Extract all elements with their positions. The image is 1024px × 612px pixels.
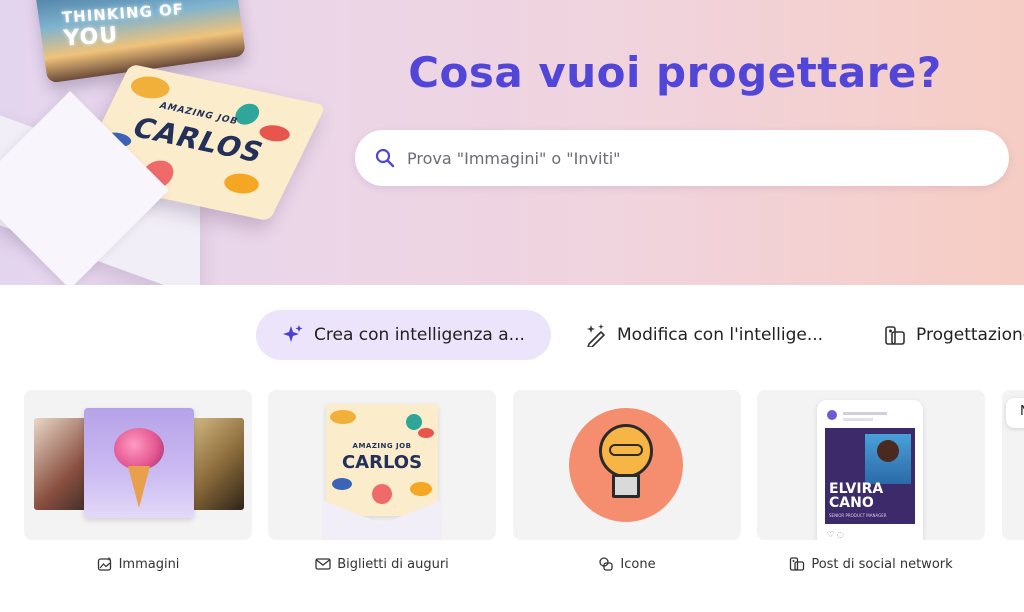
hero-banner: THINKING OF YOU AMAZING JOB CARLOS Cosa … — [0, 0, 1024, 285]
tab-label: Modifica con l'intellige... — [617, 325, 824, 345]
tab-label: Crea con intelligenza a... — [314, 325, 525, 345]
tab-edit-with-ai[interactable]: Modifica con l'intellige... — [585, 310, 823, 360]
greeting-card-image: AMAZING JOB CARLOS — [326, 404, 438, 516]
icon-shapes-icon — [599, 557, 614, 571]
greeting-card-text-1: AMAZING JOB — [352, 442, 412, 450]
category-label-images[interactable]: Immagini — [24, 554, 252, 574]
category-card-social-posts[interactable]: ELVIRA CANO SENIOR PRODUCT MANAGER ♡ ◌ — [757, 390, 985, 540]
magic-pen-icon — [587, 324, 605, 347]
design-icon — [885, 326, 905, 345]
tab-design[interactable]: Progettazione — [884, 310, 1024, 360]
post-name-2: CANO — [829, 495, 874, 511]
category-card-images[interactable] — [24, 390, 252, 540]
partial-card-text: N — [1006, 398, 1024, 428]
category-card-greeting-cards[interactable]: AMAZING JOB CARLOS — [268, 390, 496, 540]
category-label-social-posts[interactable]: Post di social network — [757, 554, 985, 574]
lightbulb-image — [569, 408, 683, 522]
post-subtitle: SENIOR PRODUCT MANAGER — [829, 513, 887, 518]
post-name-1: ELVIRA — [829, 481, 884, 497]
category-label-text: Immagini — [118, 556, 180, 572]
mail-icon — [315, 558, 331, 570]
card-text-thinking: THINKING OF YOU — [61, 0, 185, 52]
image-ai-icon — [97, 556, 111, 571]
page-title: Cosa vuoi progettare? — [408, 48, 942, 97]
category-label-icons[interactable]: Icone — [513, 554, 741, 574]
post-actions: ♡ ◌ — [827, 530, 844, 539]
ice-cream-image — [84, 408, 194, 518]
tab-label: Progettazione — [916, 325, 1024, 345]
phone-mockup: ELVIRA CANO SENIOR PRODUCT MANAGER ♡ ◌ — [817, 400, 923, 540]
category-card-partial[interactable]: N — [1002, 390, 1024, 540]
category-card-icons[interactable] — [513, 390, 741, 540]
category-label-text: Icone — [620, 556, 656, 572]
sparkle-icon — [283, 325, 303, 342]
search-bar[interactable] — [355, 130, 1009, 186]
template-categories: Immagini AMAZING JOB CARLOS Biglietti di… — [0, 390, 1024, 612]
search-input[interactable] — [407, 148, 967, 168]
category-label-greeting-cards[interactable]: Biglietti di auguri — [268, 554, 496, 574]
category-label-text: Biglietti di auguri — [337, 556, 449, 572]
tab-create-with-ai[interactable]: Crea con intelligenza a... — [256, 310, 551, 360]
category-tabs: Crea con intelligenza a... Modifica con … — [0, 310, 1024, 362]
social-post-icon — [790, 557, 805, 571]
greeting-card-text-2: CARLOS — [341, 452, 423, 473]
social-post-image: ELVIRA CANO SENIOR PRODUCT MANAGER — [825, 428, 915, 524]
search-icon — [375, 148, 395, 168]
category-label-text: Post di social network — [811, 556, 953, 572]
